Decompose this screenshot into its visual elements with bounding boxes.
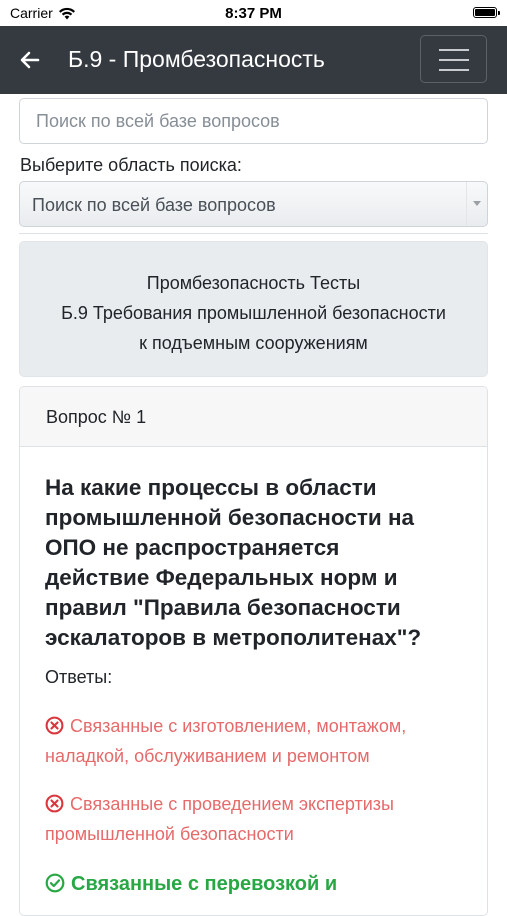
x-circle-icon	[45, 716, 64, 735]
answer-text: Связанные с проведением экспертизы	[70, 794, 394, 814]
question-line: правил "Правила безопасности	[45, 595, 401, 620]
question-line: ОПО не распространяется	[45, 535, 340, 560]
answers-label: Ответы:	[45, 667, 113, 687]
question-line: На какие процессы в области	[45, 475, 377, 500]
menu-button[interactable]	[420, 35, 487, 83]
divider	[19, 233, 488, 234]
answer-text: промышленной безопасности	[45, 824, 294, 844]
question-text: На какие процессы в области промышленной…	[45, 473, 465, 653]
answer-item: Связанные с проведением экспертизы промы…	[45, 789, 475, 849]
answer-text: Связанные с изготовлением, монтажом,	[70, 716, 407, 736]
battery-icon	[473, 7, 500, 18]
status-bar: Carrier 8:37 PM	[0, 0, 507, 26]
answer-text: Связанные с перевозкой и	[71, 873, 338, 895]
question-line: промышленной безопасности на	[45, 505, 415, 530]
answer-text: наладкой, обслуживанием и ремонтом	[45, 746, 370, 766]
answer-item-correct: Связанные с перевозкой и	[45, 869, 475, 899]
chevron-down-icon	[466, 182, 487, 226]
test-info-line: Б.9 Требования промышленной безопасности	[61, 303, 446, 323]
search-input[interactable]	[19, 98, 488, 144]
scope-label: Выберите область поиска:	[20, 155, 242, 175]
scope-select-value: Поиск по всей базе вопросов	[32, 195, 276, 215]
check-circle-icon	[45, 873, 65, 893]
question-card-header: Вопрос № 1	[20, 387, 487, 447]
test-info-line: к подъемным сооружениям	[139, 333, 368, 353]
page-title: Б.9 - Промбезопасность	[68, 46, 325, 72]
question-line: эскалаторов в метрополитенах"?	[45, 625, 422, 650]
arrow-left-icon[interactable]	[18, 48, 42, 72]
test-info-box: Промбезопасность Тесты Б.9 Требования пр…	[19, 241, 488, 377]
x-circle-icon	[45, 794, 64, 813]
navbar: Б.9 - Промбезопасность	[0, 26, 507, 94]
question-line: действие Федеральных норм и	[45, 565, 398, 590]
clock: 8:37 PM	[225, 5, 282, 22]
question-card: Вопрос № 1 На какие процессы в области п…	[19, 386, 488, 916]
scope-select[interactable]: Поиск по всей базе вопросов	[19, 181, 488, 227]
answer-item: Связанные с изготовлением, монтажом, нал…	[45, 711, 475, 771]
test-info-line: Промбезопасность Тесты	[146, 273, 361, 293]
question-number: Вопрос № 1	[46, 407, 147, 427]
